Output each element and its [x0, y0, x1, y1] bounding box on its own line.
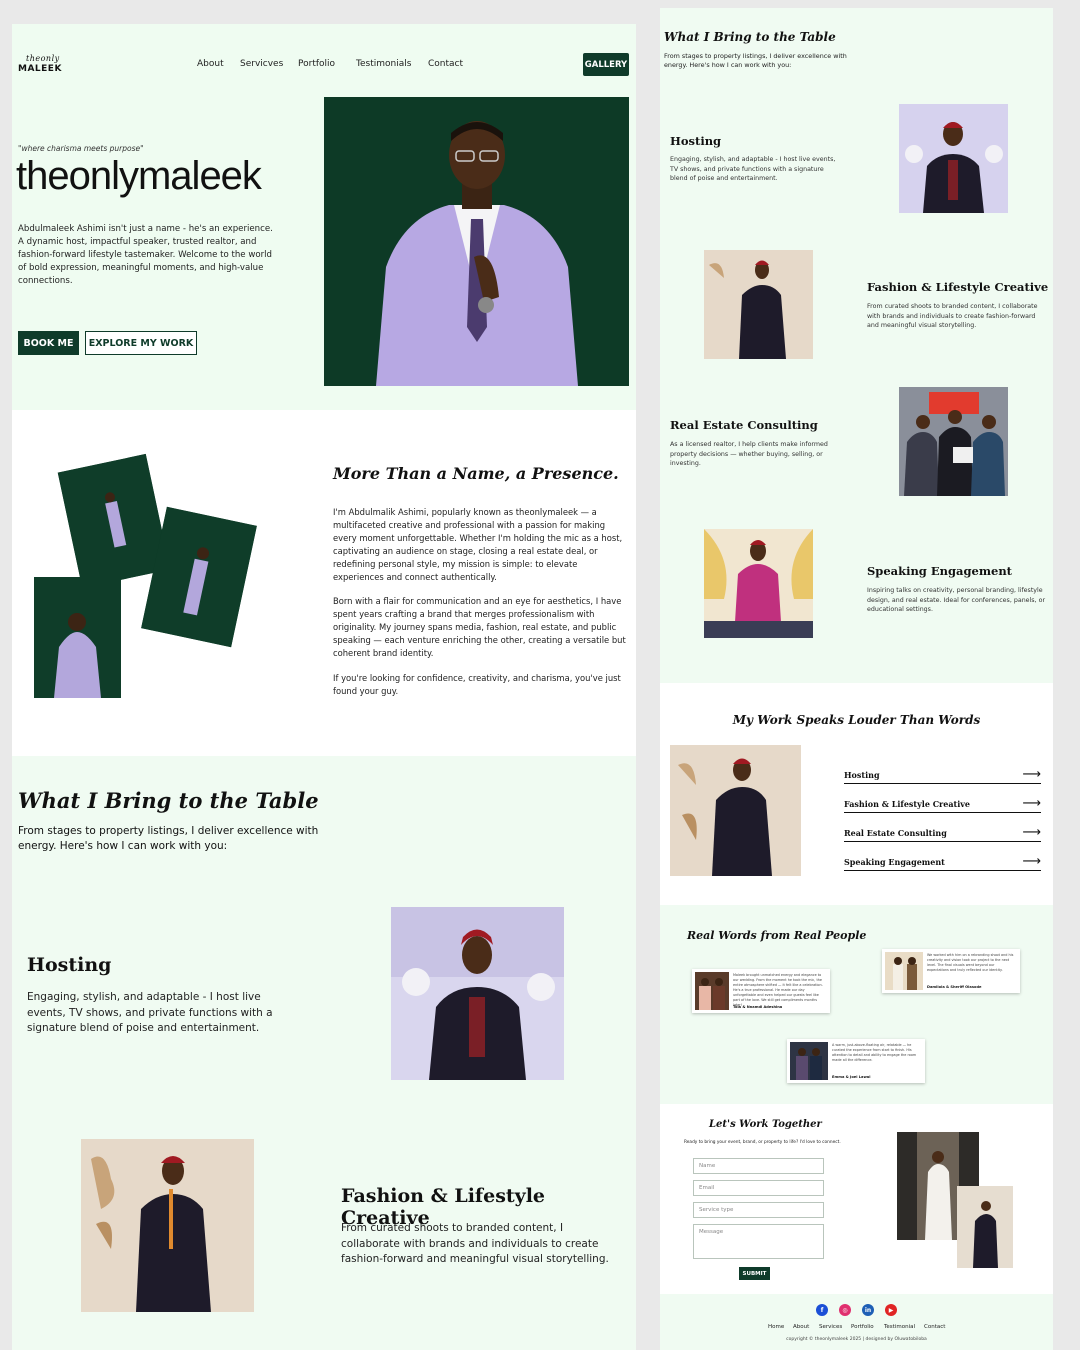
linkedin-icon[interactable]: in — [862, 1304, 874, 1316]
nav-testimonials[interactable]: Testimonials — [356, 59, 411, 69]
work-link-hosting[interactable]: Hosting ⟶ — [844, 762, 1041, 784]
work-title: My Work Speaks Louder Than Words — [732, 713, 981, 727]
testimonial-name-3: Emma & Joel Lawal — [832, 1075, 871, 1079]
about-section: More Than a Name, a Presence. I'm Abdulm… — [12, 410, 636, 756]
r-realestate-photo — [899, 387, 1008, 496]
testimonial-avatar-3 — [790, 1042, 828, 1080]
work-link-label: Real Estate Consulting — [844, 828, 947, 838]
book-me-button[interactable]: BOOK ME — [18, 331, 79, 355]
contact-title: Let's Work Together — [709, 1119, 822, 1130]
r-hosting-photo — [899, 104, 1008, 213]
footer-link-services[interactable]: Services — [819, 1324, 842, 1330]
service-title-hosting: Hosting — [27, 954, 112, 976]
logo-text: MALEEK — [18, 64, 62, 74]
r-service-desc-realestate: As a licensed realtor, I help clients ma… — [670, 441, 828, 467]
services-section: What I Bring to the Table From stages to… — [12, 756, 636, 1350]
nav-portfolio[interactable]: Portfolio — [298, 59, 335, 69]
work-link-speaking[interactable]: Speaking Engagement ⟶ — [844, 849, 1041, 871]
work-link-realestate[interactable]: Real Estate Consulting ⟶ — [844, 820, 1041, 842]
contact-photo-2 — [957, 1186, 1013, 1268]
footer-link-home[interactable]: Home — [768, 1324, 784, 1330]
contact-section: Let's Work Together Ready to bring your … — [660, 1104, 1053, 1294]
arrow-right-icon: ⟶ — [1022, 767, 1041, 782]
about-photo-3 — [34, 577, 121, 698]
work-link-fashion[interactable]: Fashion & Lifestyle Creative ⟶ — [844, 791, 1041, 813]
r-speaking-photo — [704, 529, 813, 638]
footer-copyright: copyright © theonlymaleek 2025 | designe… — [786, 1337, 927, 1342]
r-services-title: What I Bring to the Table — [664, 30, 836, 44]
logo[interactable]: theonly MALEEK — [18, 54, 68, 74]
testimonial-quote-2: We worked with him on a rebranding shoot… — [927, 953, 1014, 972]
main-page-desktop: theonly MALEEK About Servicves Portfolio… — [12, 24, 636, 1350]
service-type-field[interactable]: Service type — [693, 1202, 824, 1218]
about-paragraph-2: Born with a flair for communication and … — [333, 596, 626, 658]
explore-work-button[interactable]: EXPLORE MY WORK — [85, 331, 197, 355]
r-service-desc-hosting: Engaging, stylish, and adaptable - I hos… — [670, 156, 836, 182]
footer-link-portfolio[interactable]: Portfolio — [851, 1324, 874, 1330]
r-service-title-fashion: Fashion & Lifestyle Creative — [867, 280, 1049, 294]
nav-services[interactable]: Servicves — [240, 59, 283, 69]
footer-link-contact[interactable]: Contact — [924, 1324, 945, 1330]
hero-portrait — [324, 97, 629, 386]
work-link-label: Hosting — [844, 770, 880, 780]
facebook-icon[interactable]: f — [816, 1304, 828, 1316]
services-subtitle: From stages to property listings, I deli… — [18, 825, 319, 852]
testimonial-quote-3: A warm, just-above-floating air, relatab… — [832, 1043, 917, 1062]
testimonial-avatar-1 — [695, 972, 729, 1010]
contact-subtitle: Ready to bring your event, brand, or pro… — [684, 1140, 841, 1145]
testimonial-quote-1: Maleek brought unmatched energy and eleg… — [733, 973, 823, 1007]
main-page-tablet: What I Bring to the Table From stages to… — [660, 8, 1053, 1350]
about-title: More Than a Name, a Presence. — [333, 464, 619, 483]
nav-about[interactable]: About — [197, 59, 224, 69]
work-link-label: Speaking Engagement — [844, 857, 945, 867]
testimonials-title: Real Words from Real People — [687, 929, 867, 942]
youtube-icon[interactable]: ▶ — [885, 1304, 897, 1316]
about-paragraph-3: If you're looking for confidence, creati… — [333, 673, 621, 696]
r-service-desc-fashion: From curated shoots to branded content, … — [867, 303, 1038, 329]
hero-section: theonly MALEEK About Servicves Portfolio… — [12, 24, 636, 410]
logo-script: theonly — [26, 54, 60, 63]
footer-link-about[interactable]: About — [793, 1324, 809, 1330]
testimonial-name-2: Damilola & Sheriff Olasode — [927, 985, 982, 989]
email-field[interactable]: Email — [693, 1180, 824, 1196]
hosting-photo — [391, 907, 564, 1080]
gallery-button[interactable]: GALLERY — [583, 53, 629, 76]
footer: f ◎ in ▶ Home About Services Portfolio T… — [660, 1294, 1053, 1350]
r-services-subtitle: From stages to property listings, I deli… — [664, 52, 847, 69]
hero-tagline: "where charisma meets purpose" — [18, 144, 144, 153]
testimonial-card-1: Maleek brought unmatched energy and eleg… — [692, 969, 830, 1013]
service-desc-hosting: Engaging, stylish, and adaptable - I hos… — [27, 991, 273, 1034]
submit-button[interactable]: SUBMIT — [739, 1267, 770, 1280]
work-photo — [670, 745, 801, 876]
hero-brand-name: theonlymaleek — [16, 154, 262, 198]
about-paragraph-1: I'm Abdulmalik Ashimi, popularly known a… — [333, 507, 623, 582]
arrow-right-icon: ⟶ — [1022, 854, 1041, 869]
r-service-title-realestate: Real Estate Consulting — [670, 418, 818, 432]
footer-link-testimonial[interactable]: Testimonial — [884, 1324, 915, 1330]
name-field[interactable]: Name — [693, 1158, 824, 1174]
fashion-photo — [81, 1139, 254, 1312]
testimonial-card-2: We worked with him on a rebranding shoot… — [882, 949, 1020, 993]
r-service-title-hosting: Hosting — [670, 134, 722, 148]
testimonial-avatar-2 — [885, 952, 923, 990]
arrow-right-icon: ⟶ — [1022, 825, 1041, 840]
testimonial-card-3: A warm, just-above-floating air, relatab… — [787, 1039, 925, 1083]
services-title: What I Bring to the Table — [18, 788, 319, 813]
r-service-desc-speaking: Inspiring talks on creativity, personal … — [867, 587, 1046, 613]
hero-description: Abdulmaleek Ashimi isn't just a name - h… — [18, 224, 273, 286]
instagram-icon[interactable]: ◎ — [839, 1304, 851, 1316]
r-fashion-photo — [704, 250, 813, 359]
service-desc-fashion: From curated shoots to branded content, … — [341, 1222, 609, 1265]
message-field[interactable]: Message — [693, 1224, 824, 1259]
arrow-right-icon: ⟶ — [1022, 796, 1041, 811]
work-link-label: Fashion & Lifestyle Creative — [844, 799, 971, 809]
testimonial-name-1: Tola & Nnamdi Adeshina — [733, 1005, 783, 1009]
work-section: My Work Speaks Louder Than Words Hosting… — [660, 683, 1053, 905]
r-service-title-speaking: Speaking Engagement — [867, 564, 1012, 578]
nav-contact[interactable]: Contact — [428, 59, 463, 69]
